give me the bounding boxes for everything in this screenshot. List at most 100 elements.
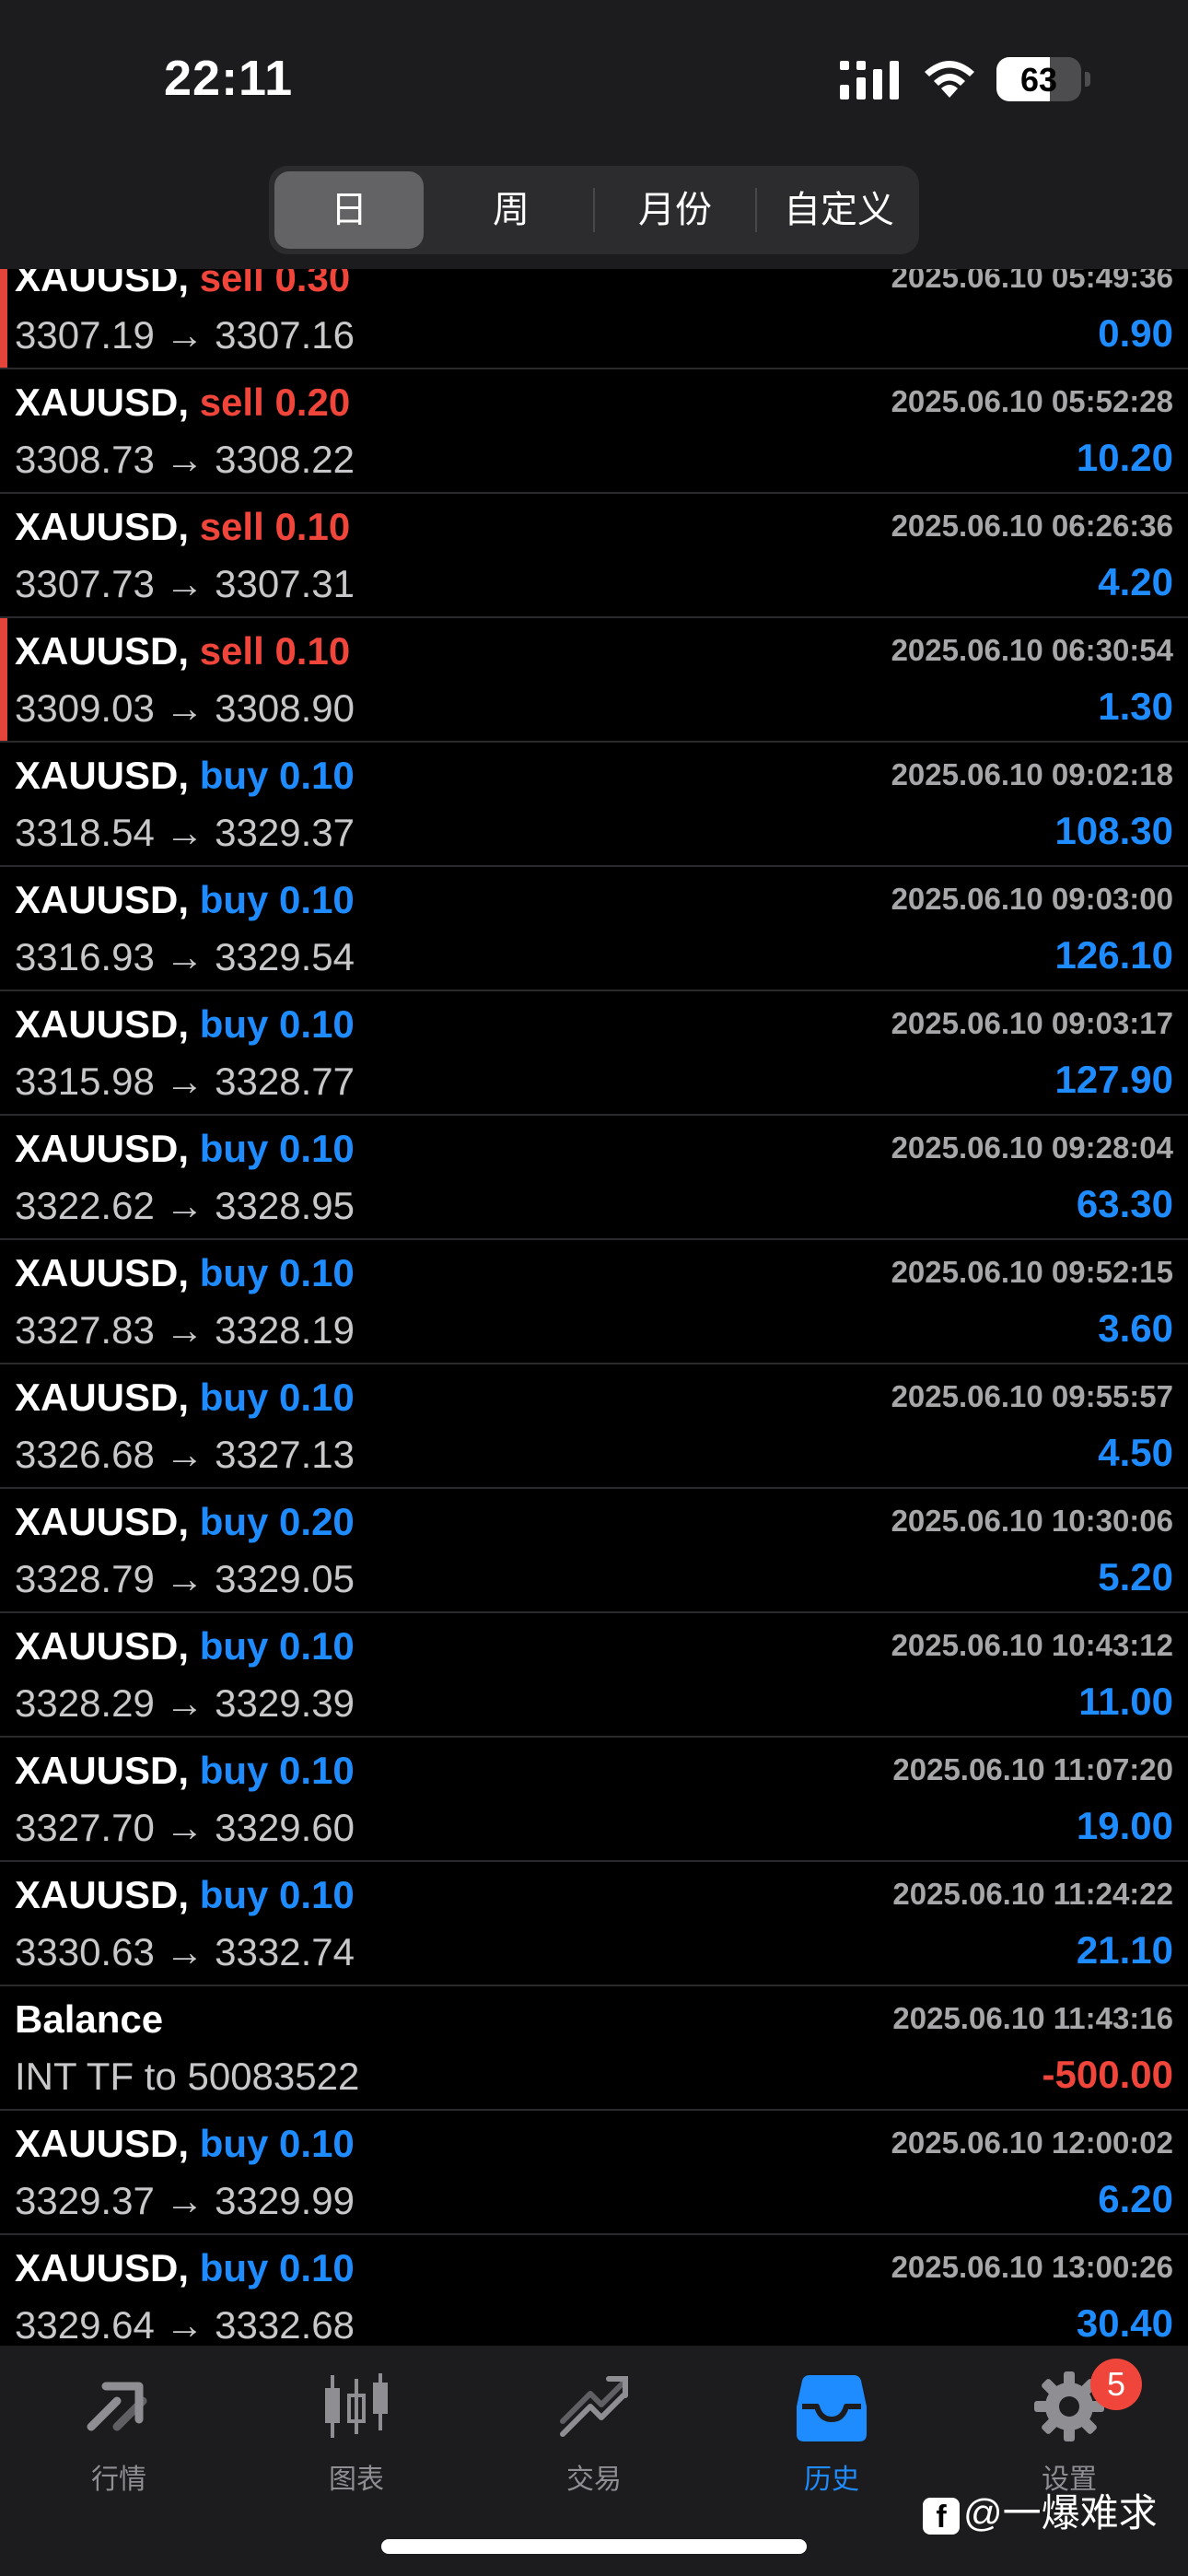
arrow-right-icon: → (165, 2179, 204, 2222)
deal-close-price: 3308.90 (215, 686, 355, 730)
arrow-right-icon: → (165, 811, 204, 854)
deal-open-price: 3328.79 (15, 1557, 155, 1600)
deal-volume: 0.10 (279, 1749, 355, 1792)
segment-divider (755, 188, 757, 232)
segment-day[interactable]: 日 (274, 171, 424, 249)
period-filter-bar: 日 周 月份 自定义 (0, 157, 1188, 269)
arrow-right-icon: → (165, 313, 204, 357)
deal-close-price: 3332.68 (215, 2303, 355, 2346)
balance-title: Balance (15, 1997, 164, 2041)
deal-row[interactable]: XAUUSD, sell 0.20 3308.73 → 3308.22 2025… (0, 369, 1188, 494)
deal-prices: 3307.19 → 3307.16 (15, 313, 355, 357)
deal-volume: 0.10 (279, 1002, 355, 1046)
deal-time: 2025.06.10 09:28:04 (891, 1130, 1173, 1165)
deal-title: XAUUSD, sell 0.10 (15, 629, 350, 673)
deal-title: XAUUSD, sell 0.30 (15, 269, 350, 300)
deal-row[interactable]: XAUUSD, buy 0.10 3330.63 → 3332.74 2025.… (0, 1862, 1188, 1986)
deal-close-price: 3329.99 (215, 2179, 355, 2222)
deal-symbol: XAUUSD, (15, 1624, 190, 1668)
deal-symbol: XAUUSD, (15, 629, 190, 673)
deal-open-price: 3329.37 (15, 2179, 155, 2222)
deal-time: 2025.06.10 11:43:16 (892, 2001, 1173, 2035)
deal-title: XAUUSD, sell 0.20 (15, 381, 350, 425)
arrow-right-icon: → (165, 1557, 204, 1600)
deal-open-price: 3309.03 (15, 686, 155, 730)
deal-title: XAUUSD, buy 0.10 (15, 2246, 355, 2290)
deal-time: 2025.06.10 13:00:26 (891, 2250, 1173, 2284)
deal-row[interactable]: XAUUSD, buy 0.10 3318.54 → 3329.37 2025.… (0, 743, 1188, 867)
deal-volume: 0.10 (279, 2122, 355, 2165)
deal-time: 2025.06.10 09:03:17 (891, 1006, 1173, 1040)
deal-row[interactable]: XAUUSD, buy 0.10 3327.70 → 3329.60 2025.… (0, 1738, 1188, 1862)
tab-quotes[interactable]: 行情 (0, 2346, 238, 2512)
deal-prices: 3315.98 → 3328.77 (15, 1060, 355, 1104)
deal-title: XAUUSD, buy 0.10 (15, 1127, 355, 1171)
segment-custom[interactable]: 自定义 (764, 171, 914, 249)
tab-history[interactable]: 历史 (713, 2346, 950, 2512)
segment-month[interactable]: 月份 (600, 171, 750, 249)
deal-title: XAUUSD, buy 0.10 (15, 1749, 355, 1793)
deal-row[interactable]: XAUUSD, buy 0.10 3328.29 → 3329.39 2025.… (0, 1613, 1188, 1738)
deal-time: 2025.06.10 09:52:15 (891, 1255, 1173, 1289)
deal-close-price: 3329.54 (215, 935, 355, 978)
deal-row[interactable]: XAUUSD, buy 0.20 3328.79 → 3329.05 2025.… (0, 1489, 1188, 1613)
deal-title: XAUUSD, buy 0.10 (15, 1251, 355, 1295)
deal-volume: 0.10 (279, 1127, 355, 1170)
deal-profit: 3.60 (1098, 1306, 1173, 1350)
deal-type: sell (199, 505, 264, 548)
deal-open-price: 3328.29 (15, 1681, 155, 1725)
deal-volume: 0.10 (279, 754, 355, 797)
deal-symbol: XAUUSD, (15, 754, 190, 797)
deal-profit: 30.40 (1076, 2301, 1173, 2345)
deal-type: buy (199, 1376, 269, 1419)
tab-trade[interactable]: 交易 (475, 2346, 713, 2512)
deal-time: 2025.06.10 06:30:54 (891, 633, 1173, 667)
arrow-right-icon: → (165, 1060, 204, 1103)
deal-row[interactable]: XAUUSD, sell 0.10 3307.73 → 3307.31 2025… (0, 494, 1188, 618)
deal-type: buy (199, 2246, 269, 2289)
deal-type: buy (199, 1749, 269, 1792)
deal-title: XAUUSD, buy 0.10 (15, 1624, 355, 1669)
deal-type: sell (199, 629, 264, 673)
deal-row[interactable]: XAUUSD, buy 0.10 3329.64 → 3332.68 2025.… (0, 2235, 1188, 2346)
deal-profit: 127.90 (1054, 1058, 1173, 1101)
tab-chart[interactable]: 图表 (238, 2346, 475, 2512)
deal-history-list-content: XAUUSD, sell 0.30 3307.19 → 3307.16 2025… (0, 269, 1188, 2346)
deal-close-price: 3308.22 (215, 438, 355, 481)
deal-row[interactable]: XAUUSD, sell 0.30 3307.19 → 3307.16 2025… (0, 269, 1188, 369)
deal-profit: 11.00 (1078, 1680, 1173, 1723)
deal-symbol: XAUUSD, (15, 2246, 190, 2289)
segment-week[interactable]: 周 (437, 171, 586, 249)
balance-row[interactable]: Balance INT TF to 50083522 2025.06.10 11… (0, 1986, 1188, 2111)
deal-type: buy (199, 1251, 269, 1294)
deal-time: 2025.06.10 05:52:28 (891, 384, 1173, 418)
deal-prices: 3309.03 → 3308.90 (15, 686, 355, 731)
deal-symbol: XAUUSD, (15, 1002, 190, 1046)
deal-row[interactable]: XAUUSD, buy 0.10 3316.93 → 3329.54 2025.… (0, 867, 1188, 991)
deal-profit: 5.20 (1098, 1555, 1173, 1598)
watermark: f @一爆难求 (923, 2482, 1158, 2538)
deal-open-price: 3330.63 (15, 1930, 155, 1973)
deal-symbol: XAUUSD, (15, 505, 190, 548)
arrow-right-icon: → (165, 2303, 204, 2346)
deal-prices: 3330.63 → 3332.74 (15, 1930, 355, 1974)
deal-title: XAUUSD, buy 0.10 (15, 1873, 355, 1917)
deal-row[interactable]: XAUUSD, buy 0.10 3326.68 → 3327.13 2025.… (0, 1364, 1188, 1489)
quotes-icon (87, 2382, 147, 2431)
deal-row[interactable]: XAUUSD, sell 0.10 3309.03 → 3308.90 2025… (0, 618, 1188, 743)
deal-open-price: 3307.73 (15, 562, 155, 605)
deal-history-list[interactable]: XAUUSD, sell 0.30 3307.19 → 3307.16 2025… (0, 269, 1188, 2346)
deal-row[interactable]: XAUUSD, buy 0.10 3327.83 → 3328.19 2025.… (0, 1240, 1188, 1364)
deal-profit: 108.30 (1054, 809, 1173, 852)
arrow-right-icon: → (165, 438, 204, 481)
deal-prices: 3316.93 → 3329.54 (15, 935, 355, 979)
deal-symbol: XAUUSD, (15, 1127, 190, 1170)
deal-row[interactable]: XAUUSD, buy 0.10 3329.37 → 3329.99 2025.… (0, 2111, 1188, 2235)
deal-volume: 0.10 (279, 1376, 355, 1419)
deal-symbol: XAUUSD, (15, 269, 190, 299)
deal-type: buy (199, 1002, 269, 1046)
deal-volume: 0.30 (274, 269, 351, 299)
deal-row[interactable]: XAUUSD, buy 0.10 3315.98 → 3328.77 2025.… (0, 991, 1188, 1116)
settings-badge: 5 (1090, 2359, 1142, 2410)
deal-row[interactable]: XAUUSD, buy 0.10 3322.62 → 3328.95 2025.… (0, 1116, 1188, 1240)
